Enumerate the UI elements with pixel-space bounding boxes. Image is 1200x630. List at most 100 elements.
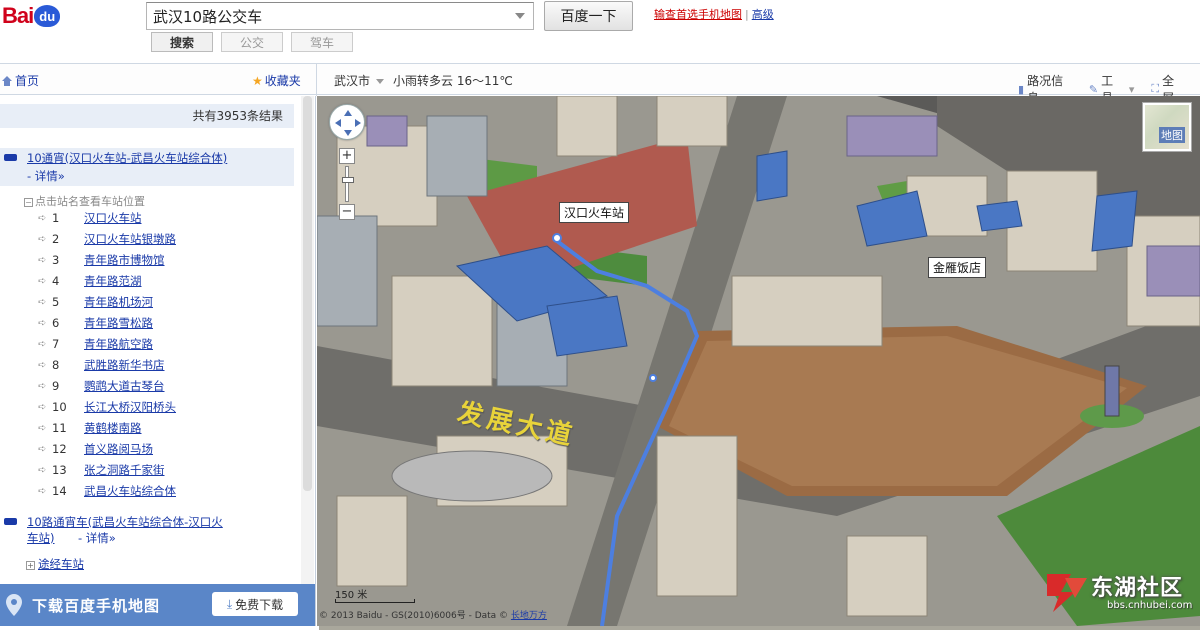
download-icon: ⤓ — [226, 596, 233, 611]
scale-bar — [335, 599, 415, 603]
via-stops-toggle[interactable]: + 途经车站 — [26, 556, 84, 572]
search-box — [146, 2, 534, 30]
search-button[interactable]: 百度一下 — [544, 1, 633, 31]
stop-name-link[interactable]: 张之洞路千家街 — [84, 462, 165, 478]
hotel-label[interactable]: 金雁饭店 — [928, 257, 987, 278]
stop-name-link[interactable]: 武昌火车站综合体 — [84, 483, 176, 499]
arrow-icon: ➪ — [38, 254, 47, 266]
stop-name-link[interactable]: 鹦鹉大道古琴台 — [84, 378, 165, 394]
tab-bus[interactable]: 公交 — [221, 32, 283, 52]
stop-name-link[interactable]: 武胜路新华书店 — [84, 357, 165, 373]
results-scrollbar[interactable] — [301, 96, 314, 586]
map-type-label: 地图 — [1159, 127, 1185, 143]
map-view[interactable]: 发展大道 汉口火车站 金雁饭店 + − 地图 150 米 © 2013 Baid… — [317, 96, 1200, 626]
stop-name-link[interactable]: 青年路机场河 — [84, 294, 153, 310]
stop-name-link[interactable]: 青年路航空路 — [84, 336, 153, 352]
scrollbar-thumb[interactable] — [303, 96, 312, 491]
stop-hint[interactable]: − 点击站名查看车站位置 — [24, 193, 145, 209]
stop-item[interactable]: ➪ 2 汉口火车站银墩路 — [38, 229, 176, 249]
chevron-down-icon: ▾ — [1128, 82, 1135, 96]
mobile-map-link[interactable]: 输查首选手机地图 — [654, 8, 742, 21]
stop-number: 12 — [52, 442, 67, 456]
map-3d-image — [317, 96, 1200, 626]
arrow-icon: ➪ — [38, 338, 47, 350]
stop-name-link[interactable]: 首义路阅马场 — [84, 441, 153, 457]
arrow-icon: ➪ — [38, 485, 47, 497]
stop-name-link[interactable]: 黄鹤楼南路 — [84, 420, 142, 436]
zoom-out-button[interactable]: − — [339, 204, 355, 220]
route-title-link[interactable]: 10通宵(汉口火车站-武昌火车站综合体) — [27, 150, 227, 166]
route-result-1[interactable]: 10通宵(汉口火车站-武昌火车站综合体) - 详情» — [0, 148, 294, 186]
bus-icon — [4, 154, 17, 161]
stop-name-link[interactable]: 汉口火车站银墩路 — [84, 231, 176, 247]
stop-item[interactable]: ➪ 5 青年路机场河 — [38, 292, 153, 312]
traffic-icon: ▮ — [1018, 82, 1025, 96]
baidu-map-logo[interactable]: Bai du 地图 — [2, 3, 1200, 630]
stop-number: 1 — [52, 211, 60, 225]
home-icon — [2, 75, 12, 86]
zoom-slider[interactable] — [342, 166, 354, 202]
route-details-link[interactable]: - 详情» — [78, 530, 116, 546]
stop-item[interactable]: ➪ 7 青年路航空路 — [38, 334, 153, 354]
chevron-down-icon — [376, 79, 385, 84]
wrench-icon: ✎ — [1088, 82, 1099, 96]
stop-name-link[interactable]: 青年路雪松路 — [84, 315, 153, 331]
header-links: 输查首选手机地图 | 高级 — [654, 6, 774, 22]
stop-name-link[interactable]: 青年路市博物馆 — [84, 252, 165, 268]
stop-item[interactable]: ➪ 1 汉口火车站 — [38, 208, 142, 228]
stop-item[interactable]: ➪ 6 青年路雪松路 — [38, 313, 153, 333]
stop-item[interactable]: ➪ 14 武昌火车站综合体 — [38, 481, 176, 501]
favorites-link[interactable]: ★ 收藏夹 — [252, 72, 301, 89]
search-dropdown-icon[interactable] — [515, 13, 525, 19]
pan-arrows-icon — [335, 110, 361, 136]
toolbar-divider — [316, 64, 317, 96]
arrow-icon: ➪ — [38, 443, 47, 455]
stop-name-link[interactable]: 长江大桥汉阳桥头 — [84, 399, 176, 415]
stop-number: 2 — [52, 232, 60, 246]
stop-item[interactable]: ➪ 13 张之洞路千家街 — [38, 460, 165, 480]
bus-icon — [4, 518, 17, 525]
stop-name-link[interactable]: 汉口火车站 — [84, 210, 142, 226]
stop-item[interactable]: ➪ 4 青年路范湖 — [38, 271, 142, 291]
home-label: 首页 — [15, 74, 40, 88]
arrow-icon: ➪ — [38, 212, 47, 224]
stop-item[interactable]: ➪ 10 长江大桥汉阳桥头 — [38, 397, 176, 417]
map-type-switch[interactable]: 地图 — [1142, 102, 1192, 152]
results-panel: 共有3953条结果 10通宵(汉口火车站-武昌火车站综合体) - 详情» − 点击… — [0, 96, 316, 626]
expand-icon: + — [26, 561, 35, 570]
app-download-banner[interactable]: 下载百度手机地图 ⤓ 免费下载 — [0, 584, 315, 626]
watermark-url: bbs.cnhubei.com — [1107, 600, 1193, 611]
arrow-icon: ➪ — [38, 275, 47, 287]
tab-drive[interactable]: 驾车 — [291, 32, 353, 52]
home-link[interactable]: 首页 — [2, 72, 39, 89]
zoom-slider-thumb[interactable] — [342, 177, 354, 183]
tab-search[interactable]: 搜索 — [151, 32, 213, 52]
copyright-label: © 2013 Baidu - GS(2010)6006号 - Data © — [319, 611, 509, 621]
stop-item[interactable]: ➪ 9 鹦鹉大道古琴台 — [38, 376, 165, 396]
route-result-2[interactable]: 10路通宵车(武昌火车站综合体-汉口火车站) - 详情» — [0, 512, 294, 552]
search-input[interactable] — [147, 4, 507, 28]
data-provider-link[interactable]: 长地万方 — [511, 611, 547, 621]
route-details-link[interactable]: - 详情» — [27, 168, 65, 184]
zoom-in-button[interactable]: + — [339, 148, 355, 164]
advanced-link[interactable]: 高级 — [752, 8, 774, 21]
route-title-link[interactable]: 10路通宵车(武昌火车站综合体-汉口火车站) — [27, 514, 227, 546]
arrow-icon: ➪ — [38, 296, 47, 308]
pan-control[interactable] — [329, 104, 365, 140]
arrow-icon: ➪ — [38, 464, 47, 476]
free-download-button[interactable]: ⤓ 免费下载 — [212, 592, 298, 616]
stop-item[interactable]: ➪ 11 黄鹤楼南路 — [38, 418, 142, 438]
stop-item[interactable]: ➪ 8 武胜路新华书店 — [38, 355, 165, 375]
stop-item[interactable]: ➪ 3 青年路市博物馆 — [38, 250, 165, 270]
stop-number: 10 — [52, 400, 67, 414]
arrow-icon: ➪ — [38, 317, 47, 329]
search-tabs: 搜索 公交 驾车 — [151, 32, 361, 52]
station-label[interactable]: 汉口火车站 — [559, 202, 630, 223]
toolbar: 首页 ★收藏夹 武汉市 小雨转多云 16～11℃ ▮路况信息 ✎工具▾ ⛶全屏 — [0, 63, 1200, 105]
stop-number: 6 — [52, 316, 60, 330]
city-selector[interactable]: 武汉市 — [334, 72, 392, 89]
stop-number: 4 — [52, 274, 60, 288]
favorites-label: 收藏夹 — [264, 74, 301, 88]
stop-item[interactable]: ➪ 12 首义路阅马场 — [38, 439, 153, 459]
stop-name-link[interactable]: 青年路范湖 — [84, 273, 142, 289]
